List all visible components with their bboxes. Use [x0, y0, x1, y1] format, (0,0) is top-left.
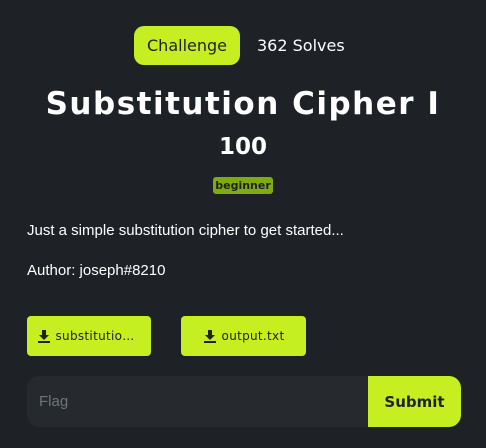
- challenge-tabs: Challenge 362 Solves: [134, 26, 345, 65]
- file-download-label: substitution...: [55, 329, 142, 343]
- flag-input[interactable]: [27, 376, 368, 427]
- challenge-points: 100: [218, 134, 267, 160]
- file-download-button[interactable]: substitution...: [27, 316, 151, 356]
- file-download-label: output.txt: [221, 329, 285, 343]
- challenge-description: Just a simple substitution cipher to get…: [27, 222, 344, 239]
- submit-button[interactable]: Submit: [368, 376, 461, 427]
- flag-form: Submit: [27, 376, 461, 427]
- challenge-author: Author: joseph#8210: [27, 262, 166, 279]
- difficulty-tag: beginner: [213, 177, 273, 194]
- download-icon: [203, 329, 217, 343]
- challenge-title: Substitution Cipher I: [45, 86, 441, 122]
- download-icon: [37, 329, 51, 343]
- tab-challenge[interactable]: Challenge: [134, 26, 240, 65]
- tab-solves[interactable]: 362 Solves: [257, 26, 345, 65]
- file-download-button[interactable]: output.txt: [181, 316, 306, 356]
